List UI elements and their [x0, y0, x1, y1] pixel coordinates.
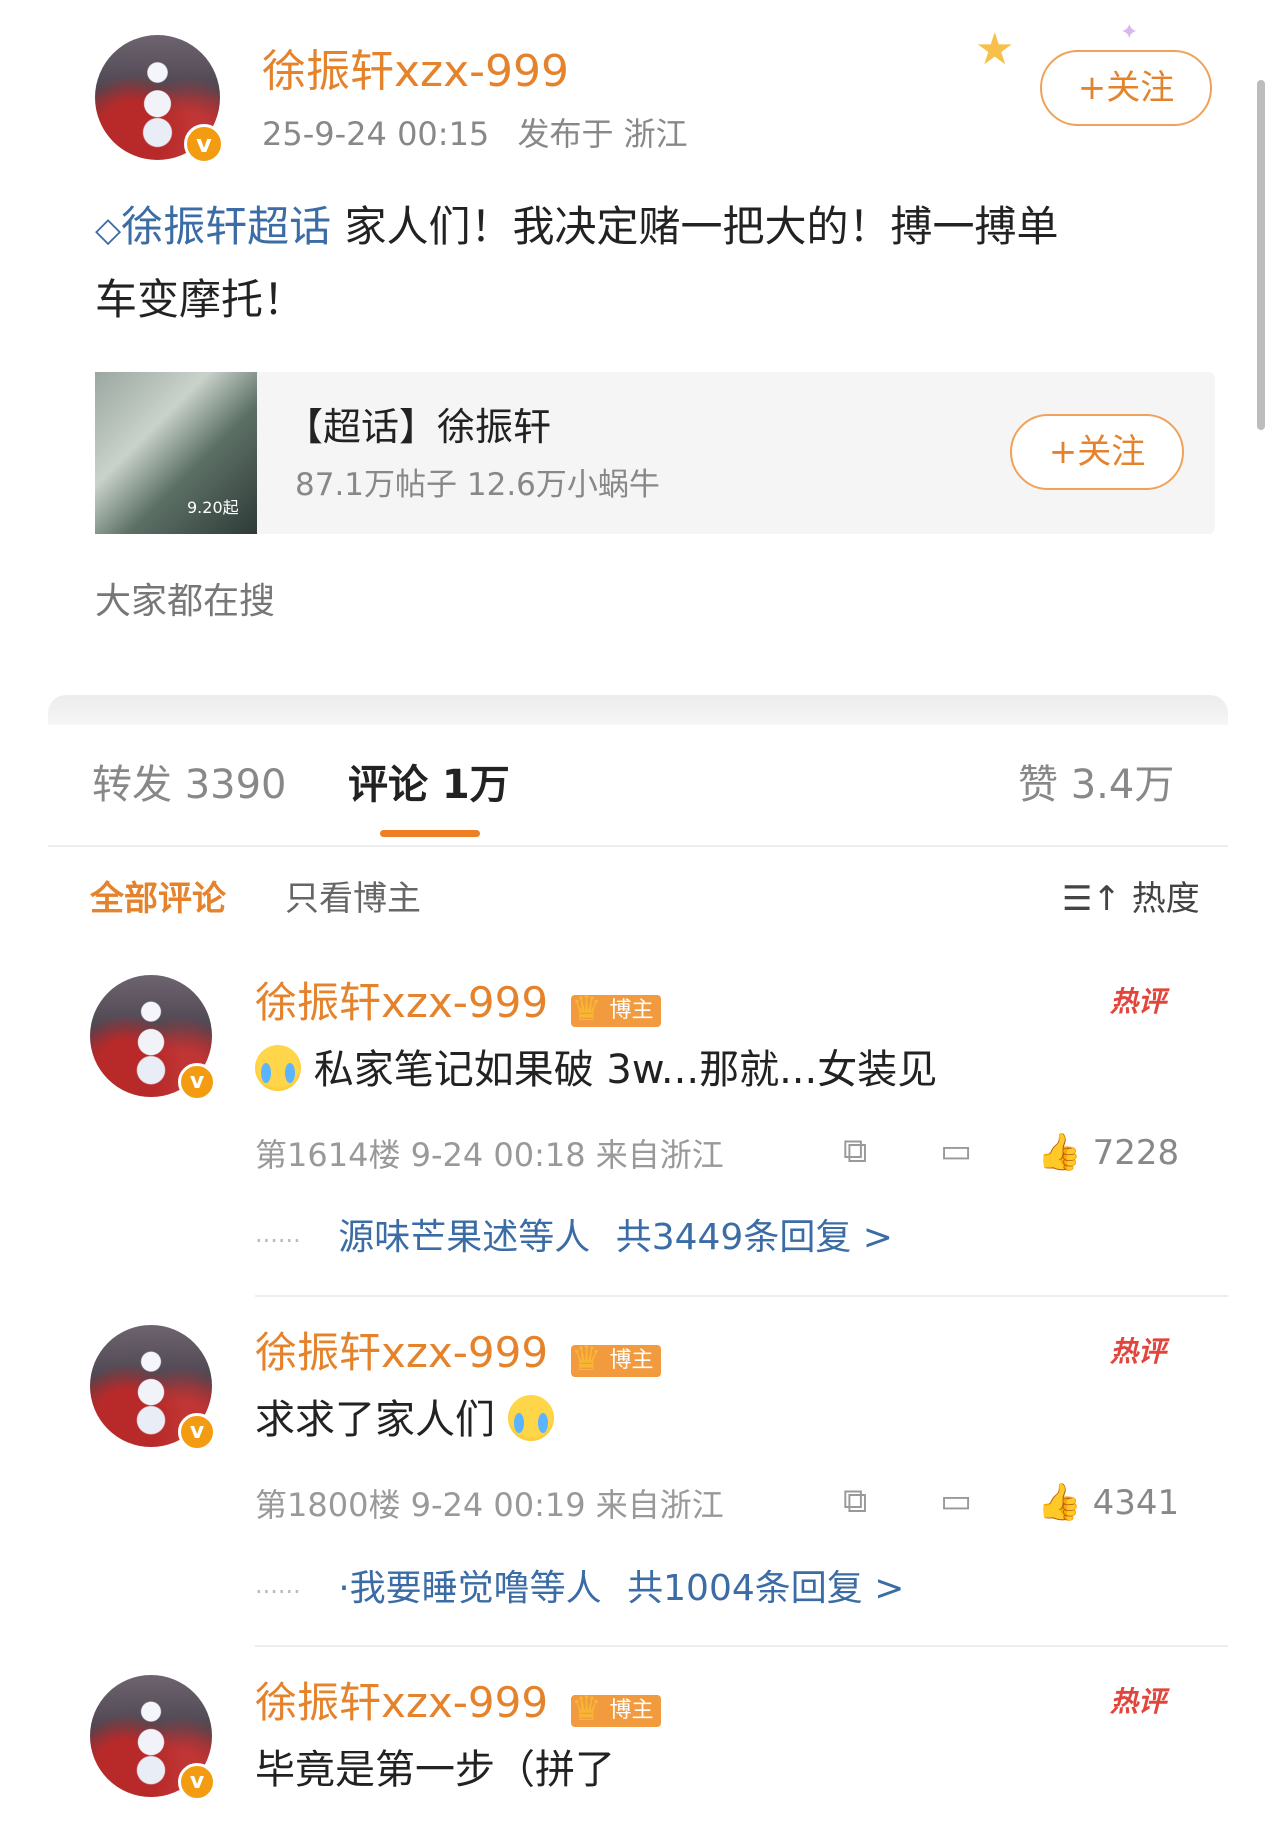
crown-icon: ♛	[571, 1689, 602, 1729]
comment-text: 私家笔记如果破 3w...那就...女装见	[255, 1042, 937, 1098]
comment-icon[interactable]: ▭	[940, 1131, 972, 1171]
like-count: 7228	[1092, 1133, 1180, 1173]
like-count: 4341	[1092, 1483, 1180, 1523]
topic-thumbnail: 9.20起	[95, 372, 257, 534]
section-divider	[48, 695, 1228, 725]
post-text-line2: 车变摩托！	[95, 275, 306, 324]
host-tag-label: 博主	[609, 998, 654, 1023]
sparkle-icon: ✦	[1120, 20, 1139, 45]
thumb-date-text: 9.20起	[187, 498, 239, 517]
verified-badge-icon: v	[178, 1063, 216, 1101]
tab-likes[interactable]: 赞 3.4万	[1018, 758, 1174, 812]
comment-avatar[interactable]: v	[90, 1325, 216, 1451]
like-control[interactable]: 👍 4341	[1037, 1481, 1179, 1525]
post-author-name[interactable]: 徐振轩xzx-999	[262, 44, 569, 100]
share-icon[interactable]: ⧉	[843, 1481, 867, 1521]
tabs-separator	[48, 845, 1228, 847]
comment-text-body: 毕竟是第一步（拼了	[255, 1747, 615, 1793]
like-icon: 👍	[1037, 1132, 1082, 1173]
replies-link[interactable]: ······ ·我要睡觉噜等人 共1004条回复 >	[255, 1565, 904, 1616]
follow-author-button[interactable]: +关注	[1040, 50, 1212, 126]
sort-label: 热度	[1131, 879, 1200, 919]
post-timestamp: 25-9-24 00:15	[262, 115, 490, 153]
ellipsis-icon: ······	[255, 1227, 301, 1255]
tab-repost[interactable]: 转发 3390	[92, 758, 287, 812]
crown-icon: ♛	[571, 1339, 602, 1379]
replies-count: 共1004条回复 >	[627, 1568, 905, 1609]
comment-author[interactable]: 徐振轩xzx-999	[255, 1328, 548, 1377]
tab-active-indicator	[380, 830, 480, 837]
filter-all-comments[interactable]: 全部评论	[90, 876, 226, 922]
sort-control[interactable]: ☰↑ 热度	[1062, 876, 1200, 922]
everyone-searching-label: 大家都在搜	[95, 581, 276, 622]
replies-names: ·我要睡觉噜等人	[338, 1568, 602, 1609]
comment-header: 徐振轩xzx-999 ♛ 博主	[255, 1325, 662, 1381]
comment-meta: 第1800楼 9-24 00:19 来自浙江	[255, 1486, 724, 1524]
filter-host-only[interactable]: 只看博主	[285, 876, 421, 922]
host-tag: ♛ 博主	[571, 1689, 662, 1729]
replies-count: 共3449条回复 >	[615, 1217, 893, 1258]
post-text-line1: 家人们！我决定赌一把大的！搏一搏单	[344, 202, 1059, 251]
crying-emoji-icon	[507, 1395, 554, 1441]
comment-icon[interactable]: ▭	[940, 1481, 972, 1521]
topic-card-stats: 87.1万帖子 12.6万小蜗牛	[295, 467, 660, 503]
crying-emoji-icon	[255, 1045, 301, 1091]
hot-comment-badge: 热评	[1110, 985, 1167, 1018]
comment-meta: 第1614楼 9-24 00:18 来自浙江	[255, 1136, 724, 1174]
topic-card[interactable]: 9.20起 【超话】徐振轩 87.1万帖子 12.6万小蜗牛 +关注	[95, 372, 1215, 534]
comment-text-body: 私家笔记如果破 3w...那就...女装见	[313, 1047, 938, 1093]
topic-link[interactable]: 徐振轩超话	[121, 202, 331, 251]
verified-badge-icon: v	[178, 1763, 216, 1801]
host-tag: ♛ 博主	[571, 989, 662, 1029]
tab-comments[interactable]: 评论 1万	[348, 758, 510, 812]
scrollbar[interactable]	[1257, 80, 1265, 430]
verified-badge-icon: v	[184, 124, 224, 164]
sort-icon: ☰↑	[1062, 879, 1121, 919]
post-body: ◇徐振轩超话 家人们！我决定赌一把大的！搏一搏单 车变摩托！	[95, 192, 1215, 335]
comment-text: 求求了家人们	[255, 1392, 554, 1448]
host-tag-label: 博主	[609, 1698, 654, 1723]
hot-comment-badge: 热评	[1110, 1335, 1167, 1368]
comment-separator	[255, 1295, 1228, 1297]
post-location: 发布于 浙江	[517, 115, 688, 153]
comment-avatar[interactable]: v	[90, 1675, 216, 1801]
host-tag: ♛ 博主	[571, 1339, 662, 1379]
comment-header: 徐振轩xzx-999 ♛ 博主	[255, 1675, 662, 1731]
like-icon: 👍	[1037, 1482, 1082, 1523]
comment-text-body: 求求了家人们	[255, 1397, 495, 1443]
comment-author[interactable]: 徐振轩xzx-999	[255, 978, 548, 1027]
author-avatar[interactable]: v	[95, 35, 224, 164]
share-icon[interactable]: ⧉	[843, 1131, 867, 1171]
comment-header: 徐振轩xzx-999 ♛ 博主	[255, 975, 662, 1031]
comment-avatar[interactable]: v	[90, 975, 216, 1101]
topic-card-title: 【超话】徐振轩	[285, 405, 552, 449]
crown-icon: ♛	[571, 989, 602, 1029]
hot-comment-badge: 热评	[1110, 1685, 1167, 1718]
replies-names: 源味芒果述等人	[338, 1217, 591, 1258]
topic-diamond-icon: ◇	[95, 210, 122, 250]
comment-text: 毕竟是第一步（拼了	[255, 1742, 615, 1798]
comment-author[interactable]: 徐振轩xzx-999	[255, 1678, 548, 1727]
follow-topic-button[interactable]: +关注	[1010, 414, 1184, 490]
ellipsis-icon: ······	[255, 1578, 301, 1606]
verified-badge-icon: v	[178, 1413, 216, 1451]
comment-separator	[255, 1645, 1228, 1647]
like-control[interactable]: 👍 7228	[1037, 1131, 1179, 1175]
post-meta: 25-9-24 00:15 发布于 浙江	[262, 112, 688, 156]
host-tag-label: 博主	[609, 1348, 654, 1373]
replies-link[interactable]: ······ 源味芒果述等人 共3449条回复 >	[255, 1214, 893, 1265]
